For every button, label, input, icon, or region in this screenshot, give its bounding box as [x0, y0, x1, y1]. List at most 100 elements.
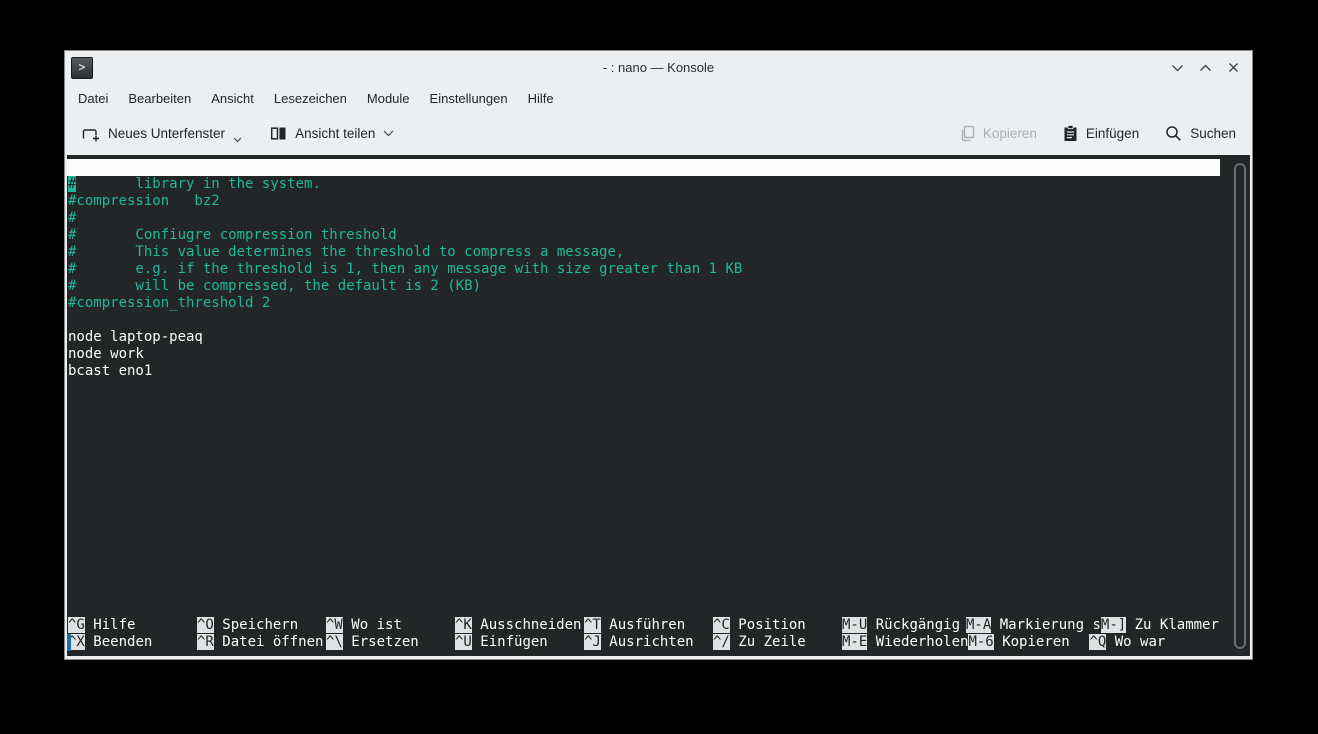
window-titlebar[interactable]: > - : nano — Konsole — [65, 51, 1252, 84]
scrollbar[interactable] — [1234, 163, 1246, 649]
shortcut-item: ^\ Ersetzen — [326, 634, 455, 651]
shortcut-item: ^Q Wo war — [1089, 634, 1165, 651]
shortcut-label: Wo war — [1115, 634, 1166, 650]
konsole-window: > - : nano — Konsole DateiBearbeitenAnsi… — [64, 50, 1253, 660]
nano-header: ha.cf GNU nano 7.2 — [67, 159, 1220, 176]
chevron-down-icon — [1171, 64, 1184, 72]
shortcut-label: Wiederholen — [876, 634, 969, 650]
shortcut-label: Ausrichten — [609, 634, 693, 650]
shortcut-key: ^K — [455, 617, 472, 633]
minimize-button[interactable] — [1170, 61, 1184, 75]
shortcut-item: ^R Datei öffnen — [197, 634, 326, 651]
shortcut-label: Speichern — [222, 617, 298, 633]
shortcut-item: M-U Rückgängig — [842, 617, 966, 634]
search-label: Suchen — [1190, 126, 1236, 141]
terminal-view[interactable]: ha.cf GNU nano 7.2 # library in the syst… — [67, 155, 1250, 656]
shortcut-item: ^W Wo ist — [326, 617, 455, 634]
copy-label: Kopieren — [983, 126, 1037, 141]
shortcut-key: M-] — [1101, 617, 1126, 633]
toolbar-left-group: Neues Unterfenster Ansicht teilen — [82, 125, 394, 143]
shortcut-item: ^U Einfügen — [455, 634, 584, 651]
terminal-line: #compression_threshold 2 — [68, 295, 1236, 312]
menu-item-hilfe[interactable]: Hilfe — [518, 87, 564, 110]
close-button[interactable] — [1226, 61, 1240, 75]
shortcut-label: Datei öffnen — [222, 634, 323, 650]
terminal-cursor: # — [68, 176, 76, 192]
copy-icon — [959, 125, 975, 142]
shortcut-item: ^/ Zu Zeile — [713, 634, 842, 651]
shortcut-item: ^O Speichern — [197, 617, 326, 634]
new-tab-label: Neues Unterfenster — [108, 126, 225, 141]
shortcut-key: ^\ — [326, 634, 343, 650]
shortcut-label: Rückgängig — [876, 617, 960, 633]
split-view-button[interactable]: Ansicht teilen — [270, 126, 394, 141]
chevron-up-icon — [1199, 64, 1212, 72]
window-controls — [1170, 61, 1240, 75]
shortcut-key: ^C — [713, 617, 730, 633]
menu-item-einstellungen[interactable]: Einstellungen — [420, 87, 518, 110]
menu-item-bearbeiten[interactable]: Bearbeiten — [118, 87, 201, 110]
shortcut-key: ^U — [455, 634, 472, 650]
window-title: - : nano — Konsole — [65, 60, 1252, 75]
paste-icon — [1063, 125, 1078, 142]
terminal-content: # library in the system.#compression bz2… — [68, 176, 1236, 380]
shortcut-key: ^W — [326, 617, 343, 633]
shortcut-item: M-] Zu Klammer — [1101, 617, 1219, 634]
shortcut-row-1: ^G Hilfe^O Speichern^W Wo ist^K Ausschne… — [68, 617, 1230, 634]
shortcut-item: M-A Markierung s — [966, 617, 1101, 634]
shortcut-item: ^T Ausführen — [584, 617, 713, 634]
terminal-line: # library in the system. — [68, 176, 1236, 193]
shortcut-label: Einfügen — [480, 634, 547, 650]
menu-item-lesezeichen[interactable]: Lesezeichen — [264, 87, 357, 110]
shortcut-item: ^J Ausrichten — [584, 634, 713, 651]
terminal-line: node work — [68, 346, 1236, 363]
shortcut-item: ^X Beenden — [68, 634, 197, 651]
search-button[interactable]: Suchen — [1165, 125, 1236, 142]
toolbar-right-group: Kopieren Einfügen Suchen — [959, 125, 1236, 142]
shortcut-key: M-6 — [968, 634, 993, 650]
terminal-line: node laptop-peaq — [68, 329, 1236, 346]
konsole-app-icon: > — [71, 57, 93, 79]
shortcut-key: ^G — [68, 617, 85, 633]
shortcut-key: ^J — [584, 634, 601, 650]
terminal-line — [68, 312, 1236, 329]
shortcut-label: Zu Klammer — [1135, 617, 1219, 633]
menu-item-datei[interactable]: Datei — [68, 87, 118, 110]
activity-indicator — [67, 634, 71, 651]
paste-label: Einfügen — [1086, 126, 1139, 141]
shortcut-label: Zu Zeile — [738, 634, 805, 650]
terminal-line: # — [68, 210, 1236, 227]
shortcut-label: Hilfe — [93, 617, 135, 633]
shortcut-label: Wo ist — [351, 617, 402, 633]
split-view-icon — [270, 126, 287, 141]
shortcut-key: ^Q — [1089, 634, 1106, 650]
terminal-line: # will be compressed, the default is 2 (… — [68, 278, 1236, 295]
copy-button[interactable]: Kopieren — [959, 125, 1037, 142]
menu-item-module[interactable]: Module — [357, 87, 420, 110]
terminal-line: # This value determines the threshold to… — [68, 244, 1236, 261]
maximize-button[interactable] — [1198, 61, 1212, 75]
tab-new-icon — [82, 126, 100, 142]
toolbar: Neues Unterfenster Ansicht teilen — [65, 112, 1252, 155]
terminal-line: # Confiugre compression threshold — [68, 227, 1236, 244]
paste-button[interactable]: Einfügen — [1063, 125, 1139, 142]
shortcut-key: M-U — [842, 617, 867, 633]
shortcut-label: Ausführen — [609, 617, 685, 633]
shortcut-key: ^O — [197, 617, 214, 633]
shortcut-key: M-E — [842, 634, 867, 650]
shortcut-key: ^/ — [713, 634, 730, 650]
terminal-line: bcast eno1 — [68, 363, 1236, 380]
terminal-line: # e.g. if the threshold is 1, then any m… — [68, 261, 1236, 278]
shortcut-item: ^C Position — [713, 617, 842, 634]
shortcut-label: Ausschneiden — [480, 617, 581, 633]
chevron-down-icon — [383, 130, 394, 137]
shortcut-label: Ersetzen — [351, 634, 418, 650]
terminal-line: #compression bz2 — [68, 193, 1236, 210]
shortcut-item: M-6 Kopieren — [968, 634, 1089, 651]
new-tab-button[interactable]: Neues Unterfenster — [82, 125, 242, 143]
shortcut-label: Markierung s — [1000, 617, 1101, 633]
shortcut-item: ^K Ausschneiden — [455, 617, 584, 634]
shortcut-key: ^R — [197, 634, 214, 650]
menu-item-ansicht[interactable]: Ansicht — [201, 87, 264, 110]
shortcut-label: Beenden — [93, 634, 152, 650]
